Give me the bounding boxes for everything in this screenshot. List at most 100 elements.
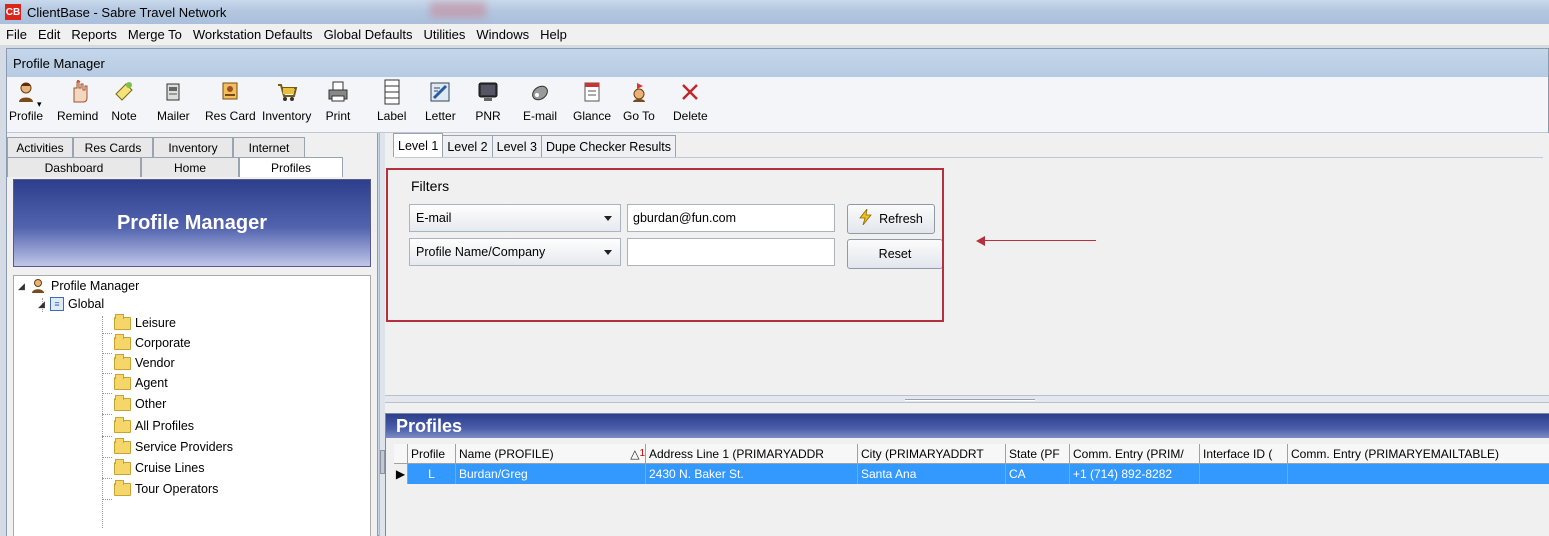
profiles-header: Profiles [386,414,1549,438]
annotation-arrow-line [980,240,1096,241]
menu-merge-to[interactable]: Merge To [122,27,187,42]
toolbar-mailer-button[interactable]: Mailer [157,79,190,123]
cell-city: Santa Ana [858,464,1006,484]
tree-item-profile-manager[interactable]: ◢ Profile Manager [18,276,139,296]
menu-file[interactable]: File [0,27,32,42]
toolbar-goto-label: Go To [623,109,655,123]
tree-item-vendor[interactable]: Vendor [102,353,175,374]
column-city[interactable]: City (PRIMARYADDRT [858,444,1006,463]
menu-windows[interactable]: Windows [470,27,534,42]
tree-item-corporate[interactable]: Corporate [102,333,191,354]
column-interface-id[interactable]: Interface ID ( [1200,444,1288,463]
toolbar-delete-button[interactable]: Delete [673,79,708,123]
cell-interface-id [1200,464,1288,484]
toolbar-goto-button[interactable]: Go To [623,79,655,123]
tab-level-2[interactable]: Level 2 [442,135,493,157]
tab-profiles[interactable]: Profiles [239,157,343,177]
tree-item-label: Global [68,297,105,311]
window-titlebar: CB ClientBase - Sabre Travel Network [0,0,1549,24]
tab-res-cards[interactable]: Res Cards [73,137,153,157]
toolbar-remind-button[interactable]: Remind [57,79,98,123]
toolbar-glance-label: Glance [573,109,612,123]
tree-connector [102,498,112,500]
tab-internet[interactable]: Internet [233,137,305,157]
tree-item-cruise-lines[interactable]: Cruise Lines [102,458,204,479]
toolbar-pnr-button[interactable]: PNR [475,79,501,123]
tab-level-1[interactable]: Level 1 [393,133,444,157]
delete-icon [677,79,703,105]
tree-item-label: Service Providers [135,440,233,454]
menu-help[interactable]: Help [534,27,572,42]
column-comm-entry-phone[interactable]: Comm. Entry (PRIM/ [1070,444,1200,463]
profiles-grid: Profile Name (PROFILE) △ 1 Address Line … [394,444,1549,484]
toolbar-glance-button[interactable]: Glance [573,79,611,123]
tree-item-global[interactable]: ◢ ≡ Global [38,294,104,314]
toolbar-print-button[interactable]: Print [325,79,351,123]
cell-name: Burdan/Greg [456,464,646,484]
collapse-triangle-icon[interactable]: ◢ [18,281,28,292]
tree-item-label: Profile Manager [51,279,140,293]
column-name-label: Name (PROFILE) [459,446,554,461]
collapse-triangle-icon[interactable]: ◢ [38,299,48,310]
tab-dupe-checker-results[interactable]: Dupe Checker Results [540,135,676,157]
toolbar-res-card-button[interactable]: Res Card [205,79,256,123]
label-icon [379,79,405,105]
current-row-arrow-icon: ▶ [394,464,408,484]
tree-item-label: Vendor [135,356,175,370]
profile-tree: ◢ Profile Manager ◢ ≡ Global Leisure Cor… [13,275,371,536]
toolbar-letter-button[interactable]: Letter [425,79,456,123]
tab-activities[interactable]: Activities [7,137,73,157]
tab-home[interactable]: Home [141,157,239,177]
column-profile[interactable]: Profile [408,444,456,463]
folder-icon [114,333,131,350]
toolbar-email-button[interactable]: E-mail [523,79,557,123]
tab-inventory[interactable]: Inventory [153,137,233,157]
pane-collapse-handle[interactable] [380,450,385,474]
tree-item-label: Agent [135,376,168,390]
splitter-grip [905,399,1035,401]
column-name[interactable]: Name (PROFILE) △ 1 [456,444,646,463]
folder-icon [114,416,131,433]
tree-item-agent[interactable]: Agent [102,373,168,394]
toolbar-note-button[interactable]: Note [111,79,137,123]
cell-phone: +1 (714) 892-8282 [1070,464,1200,484]
toolbar-pnr-label: PNR [475,109,501,123]
menu-global-defaults[interactable]: Global Defaults [318,27,418,42]
toolbar-label-button[interactable]: Label [377,79,406,123]
column-state[interactable]: State (PF [1006,444,1070,463]
tab-dashboard[interactable]: Dashboard [7,157,141,177]
titlebar-glow [430,2,486,18]
toolbar-res-card-label: Res Card [205,109,256,123]
cell-email [1288,464,1549,484]
horizontal-splitter[interactable] [385,395,1549,403]
tree-item-all-profiles[interactable]: All Profiles [102,416,194,437]
toolbar-inventory-button[interactable]: Inventory [262,79,311,123]
tab-level-3[interactable]: Level 3 [491,135,542,157]
column-address[interactable]: Address Line 1 (PRIMARYADDR [646,444,858,463]
cell-profile-type: L [408,464,456,484]
menu-workstation-defaults[interactable]: Workstation Defaults [187,27,318,42]
level-tabs: Level 1 Level 2 Level 3 Dupe Checker Res… [393,133,676,157]
tree-item-tour-operators[interactable]: Tour Operators [102,479,218,500]
tree-item-service-providers[interactable]: Service Providers [102,437,233,458]
menu-edit[interactable]: Edit [32,27,65,42]
toolbar: Profile ▾ Remind Note Mailer Res Card In… [7,77,1548,133]
folder-icon [114,458,131,475]
menu-utilities[interactable]: Utilities [417,27,470,42]
menu-reports[interactable]: Reports [65,27,122,42]
profile-dropdown-icon[interactable]: ▾ [37,99,42,110]
sort-ascending-icon: △ [630,446,640,461]
table-row[interactable]: ▶ L Burdan/Greg 2430 N. Baker St. Santa … [394,464,1549,484]
tree-item-leisure[interactable]: Leisure [102,313,176,334]
toolbar-label-label: Label [377,109,407,123]
column-comm-entry-email[interactable]: Comm. Entry (PRIMARYEMAILTABLE) [1288,444,1549,463]
monitor-icon [475,79,501,105]
folder-icon [114,353,131,370]
tree-item-other[interactable]: Other [102,394,166,415]
annotation-highlight-box [386,168,944,322]
letter-icon [427,79,453,105]
folder-icon [114,394,131,411]
toolbar-inventory-label: Inventory [262,109,312,123]
toolbar-profile-label: Profile [9,109,44,123]
tree-item-label: Leisure [135,316,176,330]
